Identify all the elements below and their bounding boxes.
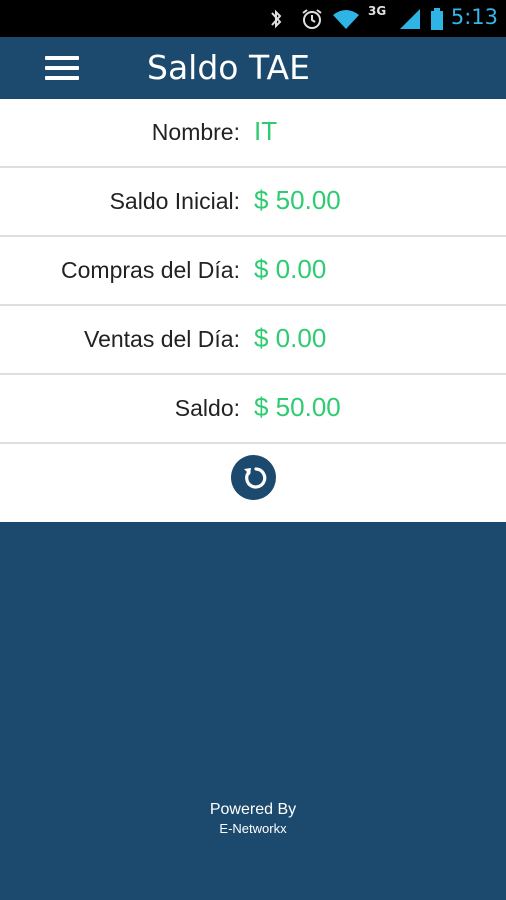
field-row-saldo-inicial: Saldo Inicial: $ 50.00 [0,168,506,237]
alarm-icon [302,9,322,29]
refresh-button[interactable] [231,455,276,500]
hamburger-menu-icon[interactable] [36,49,88,87]
field-value: $ 0.00 [254,323,327,353]
field-row-compras: Compras del Día: $ 0.00 [0,237,506,306]
field-row-nombre: Nombre: IT [0,99,506,168]
field-row-ventas: Ventas del Día: $ 0.00 [0,306,506,375]
signal-icon [400,9,420,29]
field-value: $ 0.00 [254,254,327,284]
field-value: $ 50.00 [254,392,341,422]
status-time: 5:13 [450,5,498,29]
field-row-saldo: Saldo: $ 50.00 [0,375,506,444]
field-value: $ 50.00 [254,185,341,215]
field-value: IT [254,116,278,146]
network-type: 3G [368,4,387,18]
bluetooth-icon [271,9,282,29]
field-label: Nombre: [151,119,240,145]
field-label: Compras del Día: [61,257,240,283]
status-bar: 3G 5:13 [0,0,506,37]
powered-by-text: Powered By [209,801,297,818]
field-label: Saldo: [174,395,240,421]
footer: Powered By E-Networkx [0,800,506,838]
refresh-icon [243,466,266,489]
app-bar: Saldo TAE [0,37,506,99]
page-title: Saldo TAE [147,48,310,87]
field-label: Saldo Inicial: [109,188,240,214]
battery-icon [431,8,443,30]
company-name: E-Networkx [219,821,287,836]
balance-panel: Nombre: IT Saldo Inicial: $ 50.00 Compra… [0,99,506,522]
field-label: Ventas del Día: [84,326,240,352]
wifi-icon [333,10,359,29]
